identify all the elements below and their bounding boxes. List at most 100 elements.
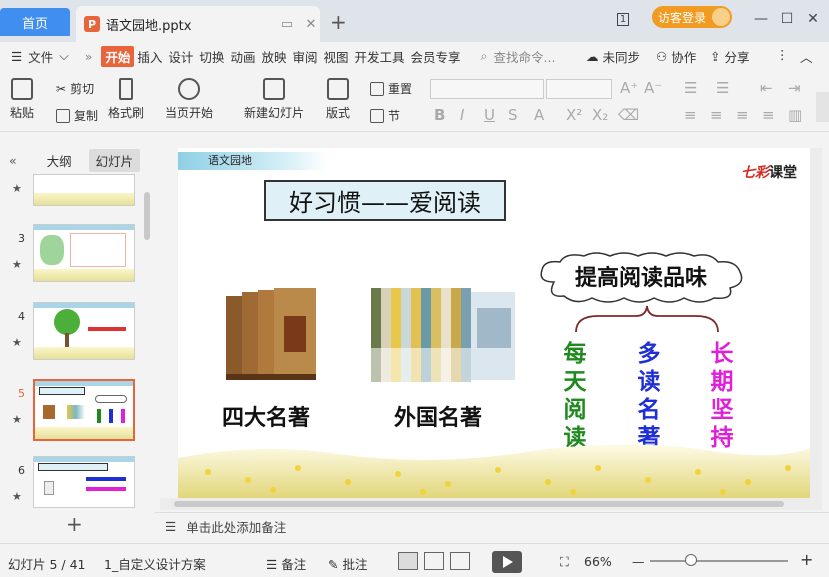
close-tab-icon[interactable]: ✕ xyxy=(302,17,320,32)
window-mode-icon[interactable]: ▭ xyxy=(278,17,296,32)
expand-menu-icon[interactable]: » xyxy=(82,49,96,64)
font-family-select[interactable] xyxy=(430,79,544,99)
zoom-out-button[interactable]: — xyxy=(632,554,645,569)
search-icon[interactable]: ⌕ xyxy=(478,48,491,64)
slide-thumbnail[interactable] xyxy=(33,302,135,360)
slide-horizontal-scrollbar[interactable] xyxy=(160,498,822,510)
tab-home[interactable]: 首页 xyxy=(0,8,70,36)
slide-thumbnail[interactable] xyxy=(33,224,135,282)
format-painter-button[interactable]: 格式刷 xyxy=(108,78,144,121)
classic-books-image[interactable] xyxy=(224,286,320,384)
align-right-icon[interactable]: ≡ xyxy=(736,106,749,124)
clear-format-icon[interactable]: ⌫ xyxy=(618,106,639,124)
underline-icon[interactable]: U xyxy=(484,106,495,124)
collapse-ribbon-icon[interactable]: ︿ xyxy=(800,47,813,66)
tab-member[interactable]: 会员专享 xyxy=(408,47,464,66)
bold-icon[interactable]: B xyxy=(434,106,445,124)
thumbnail-column xyxy=(109,409,113,423)
zoom-slider[interactable] xyxy=(650,560,788,562)
slide-sorter-view-button[interactable] xyxy=(424,552,444,570)
paste-button[interactable]: 粘贴 xyxy=(10,78,34,121)
play-slideshow-button[interactable] xyxy=(492,551,522,573)
slide-thumbnail[interactable] xyxy=(33,174,135,206)
thumbnail-bar xyxy=(34,225,134,230)
copy-icon xyxy=(56,108,70,123)
font-color-icon[interactable]: A xyxy=(534,106,544,124)
hamburger-icon[interactable]: ☰ xyxy=(8,49,25,64)
increase-font-icon[interactable]: A⁺ xyxy=(620,79,638,97)
reading-view-button[interactable] xyxy=(450,552,470,570)
collapse-panel-icon[interactable]: « xyxy=(2,151,24,170)
minimize-button[interactable]: — xyxy=(750,8,772,30)
new-tab-button[interactable]: + xyxy=(330,10,347,34)
italic-icon[interactable]: I xyxy=(460,106,464,124)
strikethrough-icon[interactable]: S xyxy=(508,106,518,124)
zoom-slider-handle[interactable] xyxy=(685,554,698,566)
ribbon-scroll-right[interactable] xyxy=(816,92,829,122)
outdent-icon[interactable]: ⇤ xyxy=(760,79,773,97)
notes-area[interactable]: ☰ 单击此处添加备注 xyxy=(155,512,829,540)
tab-view[interactable]: 视图 xyxy=(320,47,351,66)
add-slide-button[interactable]: + xyxy=(66,512,83,536)
tab-animation[interactable]: 动画 xyxy=(227,47,258,66)
new-slide-button[interactable]: 新建幻灯片 xyxy=(244,78,304,121)
chevron-down-icon[interactable]: ⌵ xyxy=(56,48,71,64)
slide-thumbnail[interactable] xyxy=(33,456,135,508)
decrease-font-icon[interactable]: A⁻ xyxy=(644,79,662,97)
tab-start[interactable]: 开始 xyxy=(101,45,135,67)
thumbnail-trunk xyxy=(65,333,69,347)
theme-name[interactable]: 1_自定义设计方案 xyxy=(104,554,206,573)
search-command-input[interactable]: 查找命令... xyxy=(491,47,559,66)
play-from-current-button[interactable]: 当页开始 xyxy=(165,78,213,121)
slide-canvas[interactable]: 语文园地 七彩课堂 好习惯——爱阅读 四大名著 外国名著 提高阅读品味 每 天 … xyxy=(178,148,811,498)
zoom-level[interactable]: 66% xyxy=(584,554,612,569)
sync-status[interactable]: ☁ 未同步 xyxy=(586,47,640,66)
numbered-list-icon[interactable]: ☰ xyxy=(716,79,729,97)
align-left-icon[interactable]: ≡ xyxy=(684,106,697,124)
slide-title[interactable]: 好习惯——爱阅读 xyxy=(264,180,506,221)
cut-button[interactable]: ✂ 剪切 xyxy=(56,80,94,97)
align-center-icon[interactable]: ≡ xyxy=(710,106,723,124)
subscript-icon[interactable]: X₂ xyxy=(592,106,608,124)
tab-design[interactable]: 设计 xyxy=(165,47,196,66)
section-button[interactable]: 节 xyxy=(370,107,400,124)
justify-icon[interactable]: ≡ xyxy=(762,106,775,124)
bullet-list-icon[interactable]: ☰ xyxy=(684,79,697,97)
notes-toggle-button[interactable]: ☰ 备注 xyxy=(266,554,306,573)
visitor-login-button[interactable]: 访客登录 xyxy=(652,6,732,28)
fit-window-icon[interactable]: ⛶ xyxy=(560,554,569,570)
slide-vertical-scrollbar[interactable] xyxy=(810,148,822,498)
font-size-select[interactable] xyxy=(546,79,612,99)
page-counter-icon[interactable]: 1 xyxy=(612,8,634,30)
normal-view-button[interactable] xyxy=(398,552,418,570)
tab-slideshow[interactable]: 放映 xyxy=(258,47,289,66)
collaborate-button[interactable]: ⚇ 协作 xyxy=(656,47,696,66)
slide-thumbnail-active[interactable] xyxy=(33,379,135,441)
file-menu[interactable]: 文件 xyxy=(25,47,56,66)
copy-button[interactable]: 复制 xyxy=(56,107,98,124)
indent-icon[interactable]: ⇥ xyxy=(788,79,801,97)
superscript-icon[interactable]: X² xyxy=(566,106,582,124)
logo-red-text: 七彩 xyxy=(741,165,769,181)
tab-review[interactable]: 审阅 xyxy=(289,47,320,66)
maximize-button[interactable]: ☐ xyxy=(776,8,798,30)
reset-button[interactable]: 重置 xyxy=(370,80,412,97)
panel-scrollbar[interactable] xyxy=(144,192,150,240)
section-icon xyxy=(370,108,384,123)
layout-button[interactable]: 版式 xyxy=(326,78,350,121)
foreign-books-image[interactable] xyxy=(371,288,517,384)
comments-button[interactable]: ✎ 批注 xyxy=(328,554,367,573)
tab-insert[interactable]: 插入 xyxy=(134,47,165,66)
share-button[interactable]: ⇪ 分享 xyxy=(710,47,750,66)
zoom-in-button[interactable]: + xyxy=(800,550,813,569)
distribute-icon[interactable]: ▥ xyxy=(788,106,802,124)
thumbnail-figure xyxy=(44,481,54,495)
tab-outline[interactable]: 大纲 xyxy=(40,149,79,172)
tab-slides[interactable]: 幻灯片 xyxy=(88,148,141,172)
tab-document[interactable]: P 语文园地.pptx ▭ ✕ xyxy=(76,6,320,42)
tab-transition[interactable]: 切换 xyxy=(196,47,227,66)
close-window-button[interactable]: ✕ xyxy=(802,8,824,30)
more-options-icon[interactable]: ⋮ xyxy=(776,47,789,62)
scrollbar-thumb[interactable] xyxy=(174,501,784,507)
tab-developer[interactable]: 开发工具 xyxy=(352,47,408,66)
